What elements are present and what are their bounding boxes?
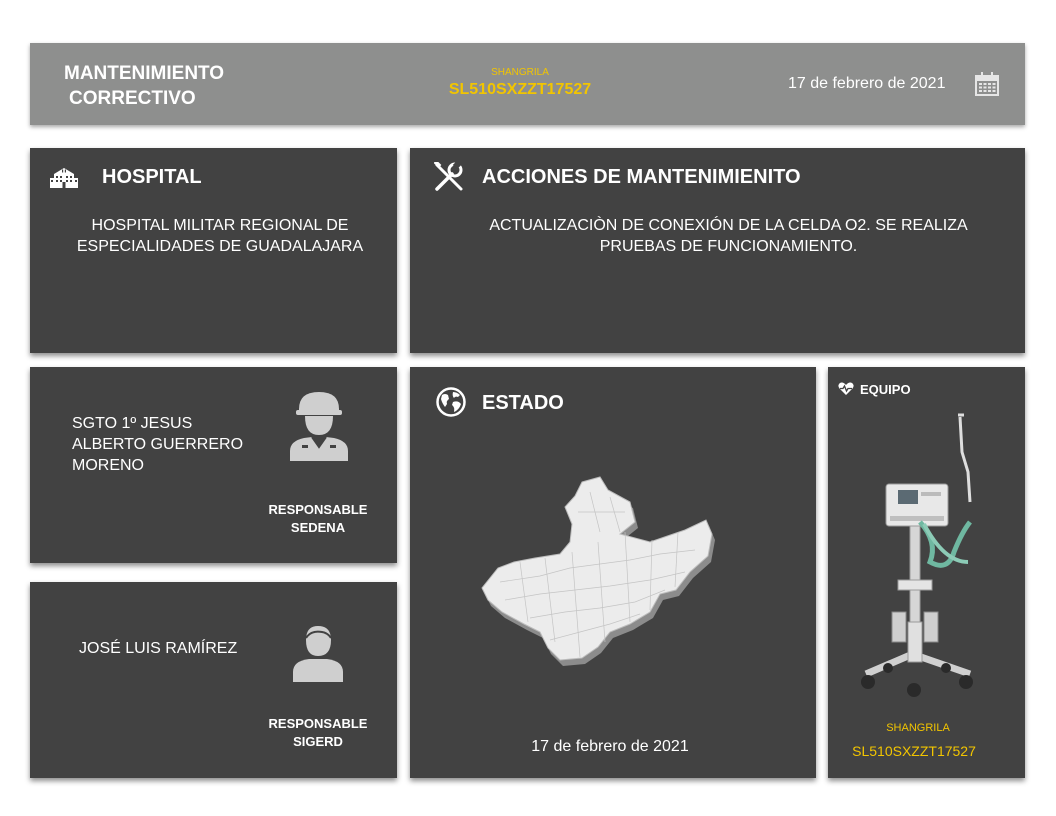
brand-label: SHANGRILA [491, 67, 549, 78]
sigerd-responsible-label: RESPONSABLE SIGERD [262, 715, 374, 751]
state-title: ESTADO [482, 392, 564, 414]
actions-text-line1: ACTUALIZACIÒN DE CONEXIÓN DE LA CELDA O2… [489, 217, 968, 234]
state-panel: ESTADO 17 de febrero de 2021 [410, 367, 816, 778]
globe-icon [436, 387, 466, 422]
sigerd-resp-line2: SIGERD [293, 734, 343, 749]
sedena-name-line3: MORENO [72, 457, 144, 474]
jalisco-map [480, 472, 745, 677]
header-bar: MANTENIMIENTO CORRECTIVO SHANGRILA SL510… [30, 43, 1025, 125]
equipment-brand: SHANGRILA [886, 722, 950, 734]
hospital-title: HOSPITAL [102, 166, 202, 188]
equipment-serial: SL510SXZZT17527 [852, 743, 976, 759]
sigerd-responsible-panel: JOSÉ LUIS RAMÍREZ RESPONSABLE SIGERD [30, 582, 397, 778]
person-avatar-icon [291, 624, 345, 689]
calendar-icon[interactable] [975, 72, 999, 101]
serial-number: SL510SXZZT17527 [448, 81, 592, 98]
sedena-name-line1: SGTO 1º JESUS [72, 415, 193, 432]
device-id-block: SHANGRILA SL510SXZZT17527 [430, 67, 610, 101]
ventilator-image [858, 412, 988, 707]
hospital-name-line2: ESPECIALIDADES DE GUADALAJARA [76, 238, 364, 255]
sedena-resp-line2: SEDENA [290, 520, 346, 535]
sedena-responsible-panel: SGTO 1º JESUS ALBERTO GUERRERO MORENO RE… [30, 367, 397, 563]
sedena-resp-line1: RESPONSABLE [268, 502, 368, 517]
hospital-panel: HOSPITAL HOSPITAL MILITAR REGIONAL DE ES… [30, 148, 397, 353]
page-title: MANTENIMIENTO CORRECTIVO [64, 61, 224, 111]
heart-pulse-icon [838, 382, 854, 401]
equipment-panel: EQUIPO SHANGRILA SL510SXZZT17527 [828, 367, 1025, 778]
actions-panel: ACCIONES DE MANTENIMIENITO ACTUALIZACIÒN… [410, 148, 1025, 353]
header-date: 17 de febrero de 2021 [788, 75, 946, 92]
sedena-name-line2: ALBERTO GUERRERO [72, 436, 244, 453]
hospital-name-line1: HOSPITAL MILITAR REGIONAL DE [91, 217, 349, 234]
sigerd-resp-line1: RESPONSABLE [268, 716, 368, 731]
actions-text-line2: PRUEBAS DE FUNCIONAMIENTO. [599, 238, 858, 255]
hospital-icon [50, 167, 78, 194]
state-date: 17 de febrero de 2021 [531, 738, 689, 755]
sedena-person-name: SGTO 1º JESUS ALBERTO GUERRERO MORENO [72, 413, 243, 476]
actions-text: ACTUALIZACIÒN DE CONEXIÓN DE LA CELDA O2… [410, 215, 1047, 257]
hospital-name: HOSPITAL MILITAR REGIONAL DE ESPECIALIDA… [30, 215, 410, 257]
equipment-title: EQUIPO [860, 382, 911, 397]
page-title-line2: CORRECTIVO [69, 88, 196, 109]
tools-icon [433, 160, 464, 197]
page-title-line1: MANTENIMIENTO [64, 63, 225, 84]
actions-title: ACCIONES DE MANTENIMIENITO [482, 166, 801, 188]
soldier-avatar-icon [288, 389, 350, 468]
sedena-responsible-label: RESPONSABLE SEDENA [262, 501, 374, 537]
sigerd-person-name: JOSÉ LUIS RAMÍREZ [79, 640, 238, 657]
